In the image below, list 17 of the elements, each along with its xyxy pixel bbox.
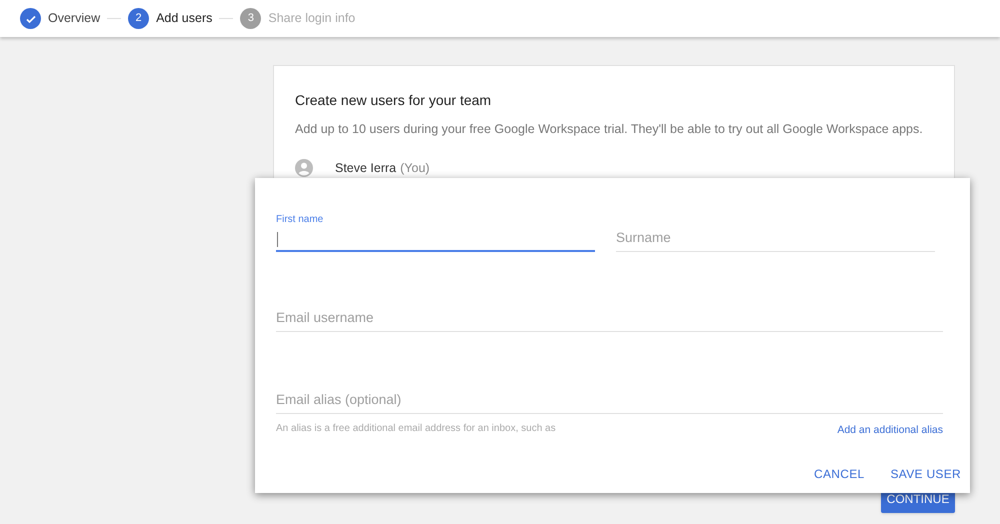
step-label: Share login info <box>268 10 356 28</box>
card-title: Create new users for your team <box>295 91 492 110</box>
input-field[interactable]: Email alias (optional) <box>276 374 943 414</box>
check-icon <box>20 8 41 29</box>
user-name: Steve Ierra <box>335 160 396 177</box>
input-field[interactable]: Email username <box>276 292 943 332</box>
cancel-button[interactable]: CANCEL <box>808 458 870 489</box>
step-number: 3 <box>240 8 262 29</box>
step-label: Overview <box>48 10 100 28</box>
input-field[interactable]: Surname <box>616 212 935 252</box>
step-number: 2 <box>128 8 150 29</box>
add-alias-link[interactable]: Add an additional alias <box>837 423 943 439</box>
hint-text: An alias is a free additional email address for an inbox, such as <box>276 422 556 436</box>
step-label: Add users <box>156 10 212 28</box>
input-field[interactable]: First name <box>276 212 595 252</box>
user-note: (You) <box>400 160 430 177</box>
card-subtitle: Add up to 10 users during your free Google Workspace trial. They'll be able to try out all Google Workspace apps. <box>295 121 924 138</box>
